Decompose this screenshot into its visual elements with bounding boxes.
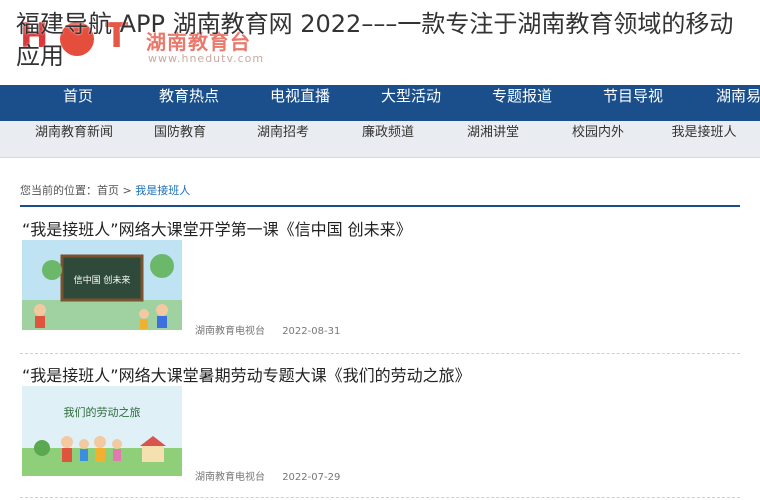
article-divider [20, 353, 740, 354]
subnav-item-defense[interactable]: 国防教育 [130, 121, 230, 157]
nav-item-edu-hot[interactable]: 教育热点 [139, 85, 239, 121]
nav-item-tv-live[interactable]: 电视直播 [250, 85, 350, 121]
sub-nav: 湖南教育新闻 国防教育 湖南招考 廉政频道 湖湘讲堂 校园内外 我是接班人 [0, 121, 760, 158]
article-thumbnail[interactable]: 我们的劳动之旅 [22, 386, 182, 476]
nav-item-events[interactable]: 大型活动 [361, 85, 461, 121]
breadcrumb-underline [20, 205, 740, 207]
thumbnail-caption: 信中国 创未来 [74, 274, 131, 286]
article-divider [20, 497, 740, 498]
article-thumbnail[interactable]: 信中国 创未来 [22, 240, 182, 330]
breadcrumb-home[interactable]: 首页 [97, 184, 119, 197]
article-source: 湖南教育电视台 [195, 326, 265, 337]
breadcrumb: 您当前的位置：首页 > 我是接班人 [20, 182, 190, 198]
breadcrumb-prefix: 您当前的位置： [20, 184, 97, 197]
subnav-item-lecture[interactable]: 湖湘讲堂 [443, 121, 543, 157]
nav-item-home[interactable]: 首页 [28, 85, 128, 121]
article-date: 2022-07-29 [282, 472, 341, 483]
article-title[interactable]: “我是接班人”网络大课堂开学第一课《信中国 创未来》 [22, 216, 412, 240]
nav-item-topics[interactable]: 专题报道 [472, 85, 572, 121]
article-title[interactable]: “我是接班人”网络大课堂暑期劳动专题大课《我们的劳动之旅》 [22, 362, 471, 386]
thumbnail-image: 信中国 创未来 [22, 240, 182, 330]
thumbnail-caption: 我们的劳动之旅 [64, 405, 141, 419]
breadcrumb-current[interactable]: 我是接班人 [135, 184, 190, 197]
subnav-item-integrity[interactable]: 廉政频道 [338, 121, 438, 157]
subnav-item-hunan-news[interactable]: 湖南教育新闻 [24, 121, 124, 157]
article-source: 湖南教育电视台 [195, 472, 265, 483]
thumbnail-image: 我们的劳动之旅 [22, 386, 182, 476]
article-date: 2022-08-31 [282, 326, 341, 337]
nav-item-hunan-yi[interactable]: 湖南易 [694, 85, 760, 121]
breadcrumb-separator: > [122, 184, 132, 197]
overlay-title: 福建导航 APP 湖南教育网 2022–––一款专注于湖南教育领域的移动应用 [16, 10, 734, 70]
nav-item-program-guide[interactable]: 节目导视 [583, 85, 683, 121]
subnav-item-campus[interactable]: 校园内外 [548, 121, 648, 157]
main-nav: 首页 教育热点 电视直播 大型活动 专题报道 节目导视 湖南易 [0, 85, 760, 121]
article-meta: 湖南教育电视台 2022-07-29 [195, 468, 354, 483]
subnav-item-successor[interactable]: 我是接班人 [654, 121, 754, 157]
article-meta: 湖南教育电视台 2022-08-31 [195, 322, 354, 337]
subnav-item-admissions[interactable]: 湖南招考 [233, 121, 333, 157]
